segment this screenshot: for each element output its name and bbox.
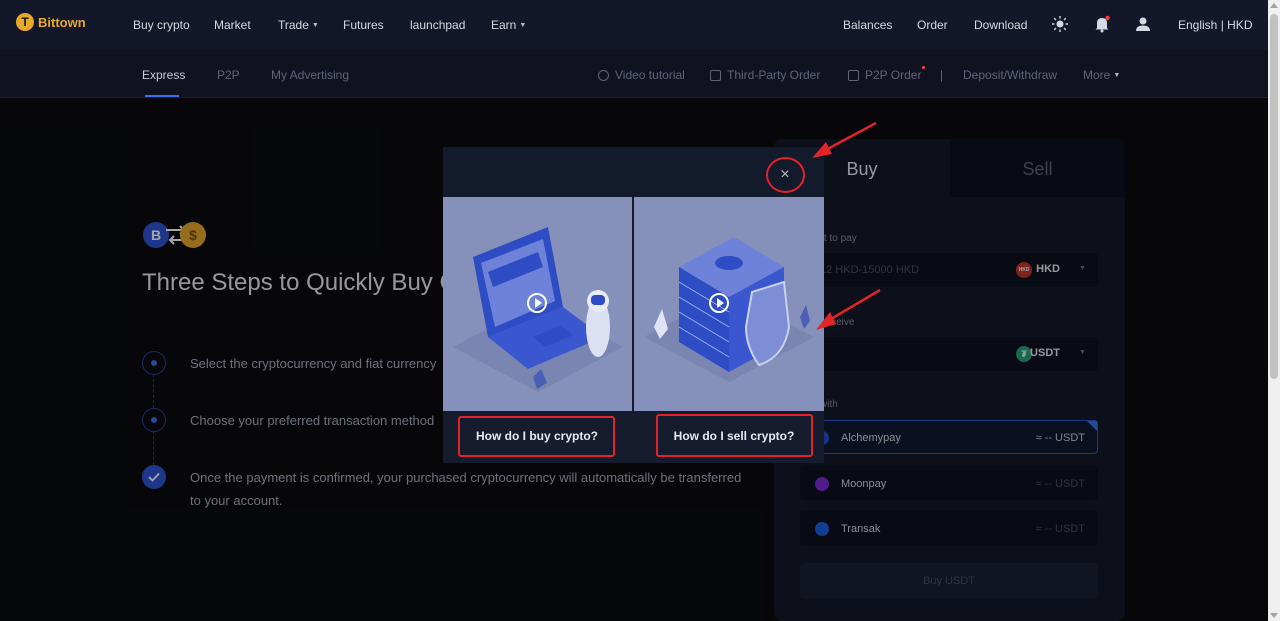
scroll-down-arrow-icon[interactable] — [1270, 613, 1278, 618]
third-party-order-link[interactable]: Third-Party Order — [710, 68, 820, 82]
nav-market[interactable]: Market — [214, 18, 251, 32]
nav-buy-crypto[interactable]: Buy crypto — [133, 18, 190, 32]
chevron-down-icon: ▼ — [519, 22, 527, 30]
buy-video-annotation-box — [458, 416, 615, 457]
scrollbar-thumb[interactable] — [1270, 14, 1278, 379]
play-icon[interactable] — [709, 293, 729, 313]
nav-trade[interactable]: Trade ▼ — [278, 18, 319, 32]
bell-icon[interactable] — [1093, 15, 1111, 33]
play-circle-icon — [598, 69, 609, 81]
brand-name: Bittown — [38, 14, 86, 30]
tab-p2p[interactable]: P2P — [217, 68, 240, 82]
sell-video-annotation-box — [656, 414, 813, 457]
more-label: More — [1083, 68, 1111, 82]
logo-icon: T — [16, 13, 34, 31]
document-icon — [848, 69, 859, 81]
language-currency-selector[interactable]: English | HKD — [1178, 18, 1252, 32]
sell-crypto-video-thumbnail[interactable] — [634, 197, 824, 411]
play-icon[interactable] — [527, 293, 547, 313]
p2p-order-label: P2P Order — [865, 68, 922, 82]
logo[interactable]: T Bittown — [16, 13, 86, 31]
user-icon[interactable] — [1134, 15, 1152, 33]
nav-earn[interactable]: Earn ▼ — [491, 18, 526, 32]
tab-express[interactable]: Express — [142, 68, 185, 82]
sub-nav: Express P2P My Advertising Video tutoria… — [0, 50, 1268, 98]
nav-download[interactable]: Download — [974, 18, 1027, 32]
nav-launchpad[interactable]: launchpad — [410, 18, 465, 32]
nav-trade-label: Trade — [278, 18, 309, 32]
more-menu[interactable]: More ▼ — [1083, 68, 1120, 82]
nav-futures[interactable]: Futures — [343, 18, 384, 32]
theme-sun-icon[interactable] — [1051, 15, 1069, 33]
p2p-order-link[interactable]: P2P Order — [848, 68, 921, 82]
nav-earn-label: Earn — [491, 18, 517, 32]
video-tutorial-label: Video tutorial — [615, 68, 685, 82]
layers-icon — [710, 69, 721, 81]
chevron-down-icon: ▼ — [1113, 72, 1121, 80]
active-tab-indicator — [145, 95, 179, 97]
nav-balances[interactable]: Balances — [843, 18, 892, 32]
cash-shield-illustration — [644, 237, 814, 382]
notification-dot — [922, 66, 925, 69]
page-scrollbar[interactable] — [1268, 0, 1280, 621]
close-annotation-circle — [766, 157, 805, 193]
scroll-up-arrow-icon[interactable] — [1270, 3, 1278, 8]
tab-my-advertising[interactable]: My Advertising — [271, 68, 349, 82]
deposit-withdraw-link[interactable]: Deposit/Withdraw — [963, 68, 1057, 82]
top-nav: T Bittown Buy crypto Market Trade ▼ Futur… — [0, 0, 1268, 50]
divider: | — [940, 68, 944, 82]
nav-order[interactable]: Order — [917, 18, 948, 32]
chevron-down-icon: ▼ — [311, 22, 319, 30]
buy-crypto-video-thumbnail[interactable] — [443, 197, 632, 411]
third-party-order-label: Third-Party Order — [727, 68, 821, 82]
video-tutorial-link[interactable]: Video tutorial — [598, 68, 685, 82]
